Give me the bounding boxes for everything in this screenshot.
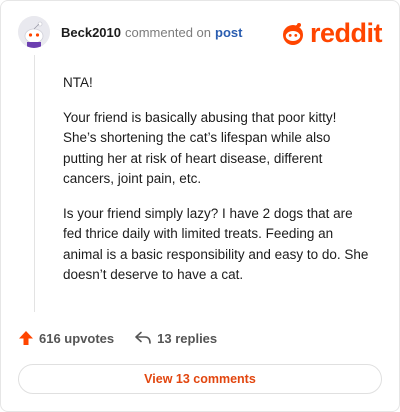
comment-meta-text: commented on	[125, 24, 211, 40]
upvote-button[interactable]: 616 upvotes	[18, 330, 114, 346]
comment-paragraph: Is your friend simply lazy? I have 2 dog…	[63, 205, 369, 283]
comment-header: Beck2010 commented on post	[18, 16, 242, 48]
reply-arrow-icon	[135, 331, 151, 344]
comment-body: NTA! Your friend is basically abusing th…	[63, 73, 373, 300]
replies-count: 13 replies	[157, 330, 218, 346]
reddit-logo[interactable]: reddit	[279, 17, 383, 48]
view-comments-button[interactable]: View 13 comments	[18, 364, 382, 394]
thread-line[interactable]	[34, 55, 35, 312]
snoo-avatar-icon	[18, 16, 50, 48]
reddit-logo-icon	[282, 23, 303, 45]
post-link[interactable]: post	[215, 25, 242, 40]
replies-button[interactable]: 13 replies	[134, 331, 217, 346]
reddit-wordmark: reddit	[309, 17, 383, 48]
comment-paragraph: NTA!	[63, 75, 93, 90]
upvote-count: 616 upvotes	[39, 330, 115, 346]
avatar[interactable]	[18, 16, 50, 48]
comment-actions: 616 upvotes 13 replies	[18, 330, 217, 346]
comment-paragraph: Your friend is basically abusing that po…	[63, 109, 337, 187]
comment-card: Beck2010 commented on post reddit NTA! Y…	[0, 0, 400, 412]
comment-author[interactable]: Beck2010	[61, 25, 121, 40]
upvote-arrow-icon	[19, 331, 33, 345]
